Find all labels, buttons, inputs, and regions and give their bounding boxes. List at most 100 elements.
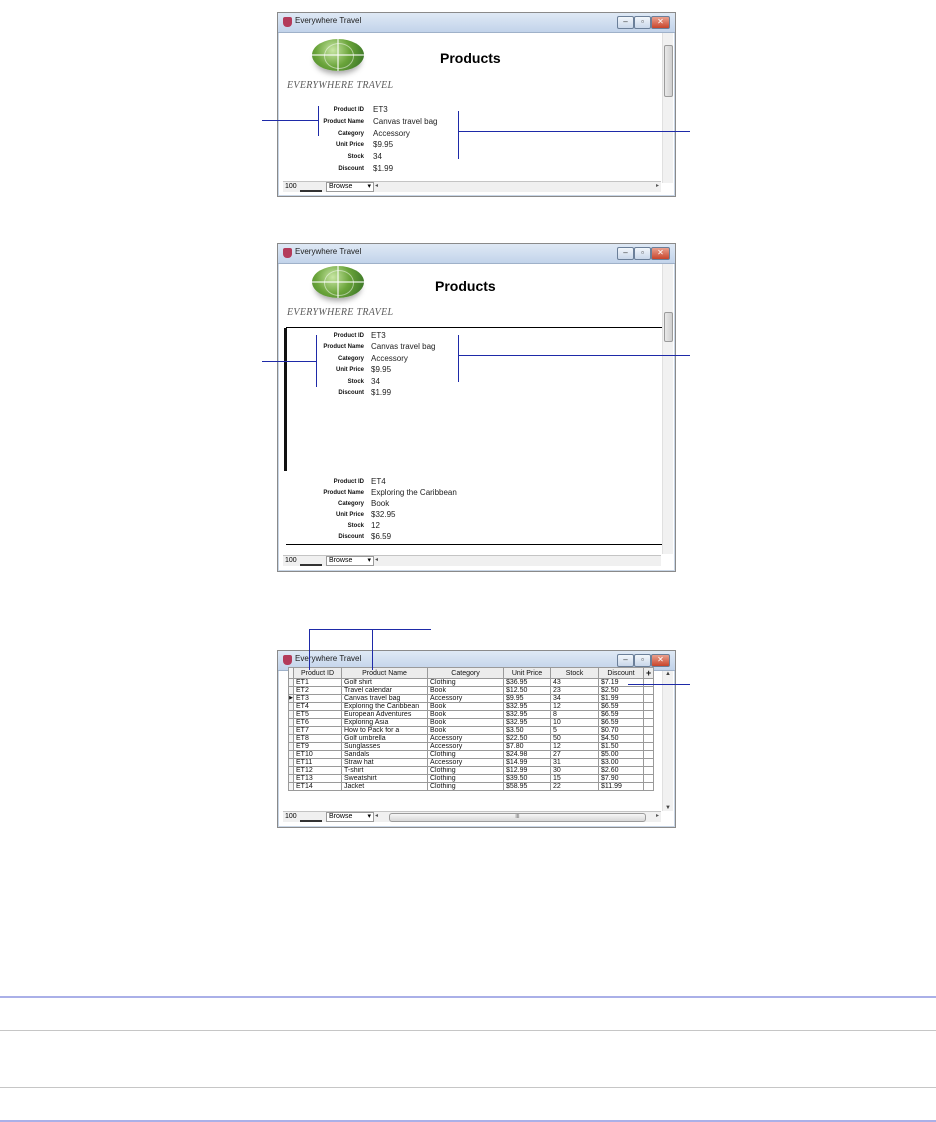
table-cell[interactable]: 5 [550, 726, 599, 735]
table-cell[interactable]: ET5 [293, 710, 342, 719]
table-cell[interactable]: $7.90 [598, 774, 644, 783]
table-cell[interactable]: $12.99 [503, 766, 551, 775]
close-button[interactable]: ✕ [651, 654, 670, 667]
table-cell[interactable]: Book [427, 686, 504, 695]
table-cell[interactable]: Exploring the Caribbean [341, 702, 428, 711]
category-field[interactable]: Book [371, 499, 389, 508]
table-cell[interactable]: 10 [550, 718, 599, 727]
table-cell[interactable]: ET14 [293, 782, 342, 791]
table-cell[interactable]: 12 [550, 742, 599, 751]
unit-price-field[interactable]: $32.95 [371, 510, 395, 519]
table-cell[interactable]: European Adventures [341, 710, 428, 719]
product-name-field[interactable]: Canvas travel bag [373, 117, 437, 126]
table-cell[interactable]: ET4 [293, 702, 342, 711]
maximize-button[interactable]: ▫ [634, 16, 651, 29]
table-cell[interactable]: 23 [550, 686, 599, 695]
scroll-thumb[interactable] [664, 45, 673, 97]
horizontal-scroll-thumb[interactable]: III [389, 813, 646, 822]
table-cell[interactable]: $32.95 [503, 710, 551, 719]
mode-selector[interactable]: Browse ▾ [326, 812, 374, 822]
discount-field[interactable]: $6.59 [371, 532, 391, 541]
category-field[interactable]: Accessory [373, 129, 410, 138]
table-cell[interactable]: $0.70 [598, 726, 644, 735]
maximize-button[interactable]: ▫ [634, 654, 651, 667]
table-row[interactable]: ET4 Exploring the Caribbean Book $32.95 12 $6… [288, 702, 655, 711]
table-cell[interactable]: Golf umbrella [341, 734, 428, 743]
table-row[interactable]: ET11 Straw hat Accessory $14.99 31 $3.00 [288, 758, 655, 767]
stock-field[interactable]: 34 [371, 377, 380, 386]
layout-toggle-icons[interactable] [300, 184, 322, 192]
table-cell[interactable]: ET13 [293, 774, 342, 783]
column-header[interactable]: Product ID [293, 667, 342, 679]
table-cell[interactable]: ET6 [293, 718, 342, 727]
layout-toggle-icons[interactable] [300, 814, 322, 822]
title-bar[interactable]: Everywhere Travel – ▫ ✕ [278, 244, 675, 264]
table-cell[interactable]: $2.50 [598, 686, 644, 695]
add-field-button[interactable]: + [642, 667, 655, 679]
table-cell[interactable]: Sunglasses [341, 742, 428, 751]
table-cell[interactable]: Straw hat [341, 758, 428, 767]
table-cell[interactable]: $1.99 [598, 694, 644, 703]
layout-toggle-icons[interactable] [300, 558, 322, 566]
table-cell[interactable]: $14.99 [503, 758, 551, 767]
zoom-level[interactable]: 100 [285, 557, 297, 564]
table-cell[interactable]: 43 [550, 678, 599, 687]
table-cell[interactable]: $6.59 [598, 718, 644, 727]
table-cell[interactable]: Book [427, 718, 504, 727]
table-cell[interactable]: $24.98 [503, 750, 551, 759]
scroll-thumb[interactable] [664, 312, 673, 342]
table-cell[interactable]: 27 [550, 750, 599, 759]
table-cell[interactable]: $11.99 [598, 782, 644, 791]
close-button[interactable]: ✕ [651, 247, 670, 260]
product-name-field[interactable]: Exploring the Caribbean [371, 488, 457, 497]
table-cell[interactable]: $22.50 [503, 734, 551, 743]
unit-price-field[interactable]: $9.95 [373, 140, 393, 149]
column-header[interactable]: Category [427, 667, 504, 679]
table-cell[interactable]: Accessory [427, 734, 504, 743]
discount-field[interactable]: $1.99 [373, 164, 393, 173]
table-cell[interactable]: $5.00 [598, 750, 644, 759]
table-cell[interactable]: Book [427, 702, 504, 711]
table-cell[interactable]: 30 [550, 766, 599, 775]
table-cell[interactable]: Jacket [341, 782, 428, 791]
table-cell[interactable]: $4.50 [598, 734, 644, 743]
table-cell[interactable]: $32.95 [503, 718, 551, 727]
table-cell[interactable]: $6.59 [598, 702, 644, 711]
table-cell[interactable]: $12.50 [503, 686, 551, 695]
table-cell[interactable]: ET11 [293, 758, 342, 767]
minimize-button[interactable]: – [617, 16, 634, 29]
table-cell[interactable]: $2.60 [598, 766, 644, 775]
scroll-down-icon[interactable]: ▼ [665, 805, 671, 811]
mode-selector[interactable]: Browse ▾ [326, 556, 374, 566]
scroll-left-icon[interactable]: ◂ [375, 556, 378, 563]
table-cell[interactable]: ET2 [293, 686, 342, 695]
table-cell[interactable]: $32.95 [503, 702, 551, 711]
category-field[interactable]: Accessory [371, 354, 408, 363]
vertical-scrollbar[interactable]: ▲ ▼ [662, 671, 673, 811]
scroll-right-icon[interactable]: ▸ [656, 182, 659, 189]
table-cell[interactable]: ET1 [293, 678, 342, 687]
table-cell[interactable]: Book [427, 726, 504, 735]
table-cell[interactable]: $7.80 [503, 742, 551, 751]
table-cell[interactable]: 31 [550, 758, 599, 767]
table-cell[interactable]: Clothing [427, 766, 504, 775]
table-cell[interactable]: Canvas travel bag [341, 694, 428, 703]
table-row[interactable]: ET5 European Adventures Book $32.95 8 $6.59 [288, 710, 655, 719]
table-row[interactable]: ET13 Sweatshirt Clothing $39.50 15 $7.90 [288, 774, 655, 783]
table-cell[interactable]: Clothing [427, 782, 504, 791]
table-cell[interactable]: $7.19 [598, 678, 644, 687]
table-row[interactable]: ET10 Sandals Clothing $24.98 27 $5.00 [288, 750, 655, 759]
table-cell[interactable]: Clothing [427, 750, 504, 759]
table-cell[interactable]: $9.95 [503, 694, 551, 703]
table-cell[interactable]: How to Pack for a [341, 726, 428, 735]
minimize-button[interactable]: – [617, 247, 634, 260]
scroll-up-icon[interactable]: ▲ [665, 671, 671, 677]
product-id-field[interactable]: ET4 [371, 477, 386, 486]
table-row[interactable]: ET14 Jacket Clothing $58.95 22 $11.99 [288, 782, 655, 791]
table-cell[interactable]: Accessory [427, 742, 504, 751]
table-row[interactable]: ▶ ET3 Canvas travel bag Accessory $9.95 34 $1.… [288, 694, 655, 703]
table-row[interactable]: ET2 Travel calendar Book $12.50 23 $2.50 [288, 686, 655, 695]
column-header[interactable]: Product Name [341, 667, 428, 679]
discount-field[interactable]: $1.99 [371, 388, 391, 397]
scroll-left-icon[interactable]: ◂ [375, 182, 378, 189]
